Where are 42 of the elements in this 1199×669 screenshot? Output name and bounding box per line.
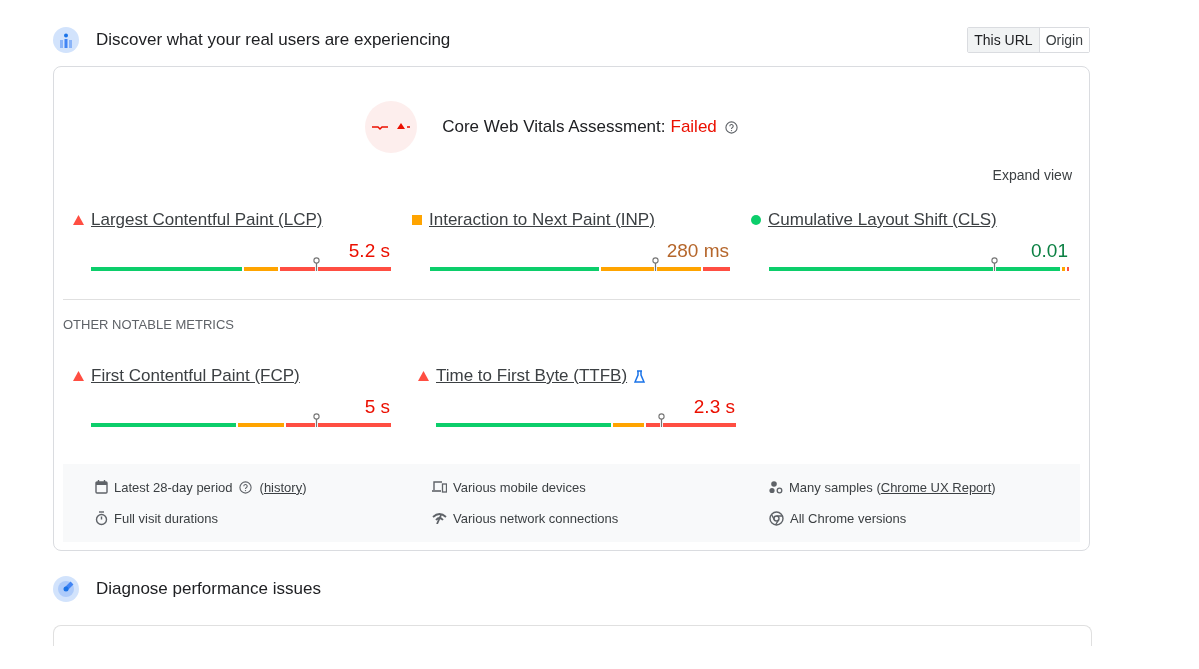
dots-icon xyxy=(769,480,783,494)
section-title: Diagnose performance issues xyxy=(96,579,322,599)
history-link-text: (history) xyxy=(259,479,307,495)
expand-view-button[interactable]: Expand view xyxy=(992,167,1072,183)
signal-icon xyxy=(432,512,447,524)
assessment-result: Failed xyxy=(670,117,717,137)
detail-text: Latest 28-day period xyxy=(114,479,233,495)
timer-icon xyxy=(95,510,108,526)
metric-value: 2.3 s xyxy=(693,396,735,418)
triangle-icon xyxy=(73,371,84,381)
calendar-icon xyxy=(95,480,108,494)
section-title: Discover what your real users are experiencing xyxy=(96,30,452,50)
circle-icon xyxy=(751,215,761,225)
metric-value: 0.01 xyxy=(1031,240,1068,262)
devices-icon xyxy=(432,481,447,493)
report-link[interactable]: Chrome UX Report xyxy=(880,479,992,495)
detail-text: Full visit durations xyxy=(114,510,219,526)
metric-value: 5.2 s xyxy=(348,240,390,262)
help-icon[interactable] xyxy=(238,480,252,494)
history-link[interactable]: history xyxy=(263,479,303,495)
triangle-icon xyxy=(418,371,429,381)
metric-link[interactable]: First Contentful Paint (FCP) xyxy=(91,366,300,386)
metric-link[interactable]: Cumulative Layout Shift (CLS) xyxy=(768,210,997,230)
detail-text: Various mobile devices xyxy=(453,479,586,495)
triangle-icon xyxy=(73,215,84,225)
detail-text: Many samples (Chrome UX Report) xyxy=(789,479,996,495)
heartbeat-icon xyxy=(365,101,418,153)
detail-text: Various network connections xyxy=(453,510,619,526)
square-icon xyxy=(412,215,422,225)
section-label: OTHER NOTABLE METRICS xyxy=(63,317,235,332)
metric-value: 280 ms xyxy=(666,240,729,262)
browser-logo-icon xyxy=(769,510,784,526)
chart-icon xyxy=(53,27,79,53)
metric-value: 5 s xyxy=(364,396,390,418)
gauge-icon xyxy=(53,576,79,602)
metric-link[interactable]: Largest Contentful Paint (LCP) xyxy=(91,210,323,230)
scope-tab[interactable]: This URL xyxy=(968,28,1040,52)
metric-link[interactable]: Time to First Byte (TTFB) xyxy=(436,366,628,386)
detail-text: All Chrome versions xyxy=(790,510,907,526)
metric-link[interactable]: Interaction to Next Paint (INP) xyxy=(429,210,655,230)
assessment-label: Core Web Vitals Assessment: xyxy=(442,117,666,137)
help-icon[interactable] xyxy=(724,120,738,134)
